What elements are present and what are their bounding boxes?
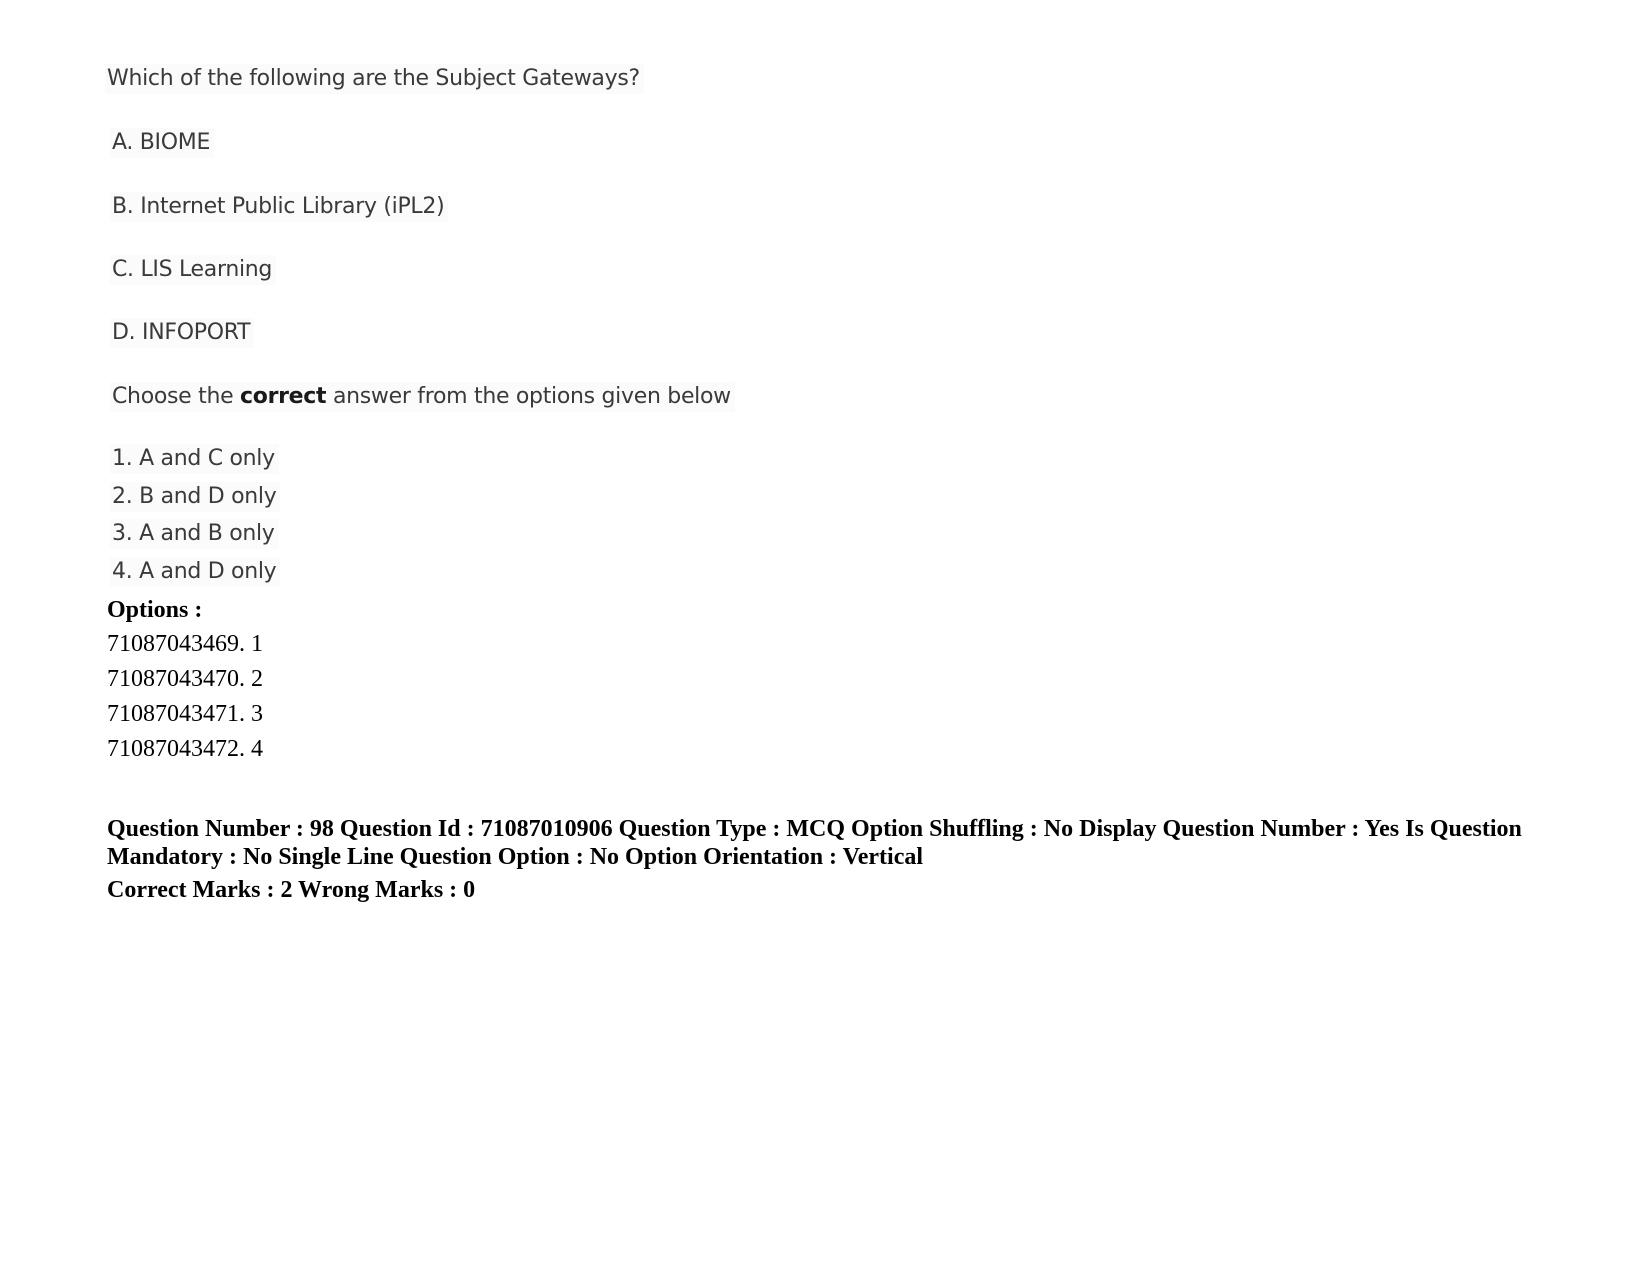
statement-label: D. xyxy=(112,320,136,345)
option-item: 71087043471. 3 xyxy=(107,700,263,728)
statement-text: LIS Learning xyxy=(140,257,273,282)
choice-1: 1. A and C only xyxy=(110,444,279,474)
statement-text: BIOME xyxy=(139,130,211,155)
statement-b: B. Internet Public Library (iPL2) xyxy=(110,192,449,222)
option-id: 71087043471. xyxy=(107,701,245,727)
statement-label: C. xyxy=(112,257,134,282)
statement-label: A. xyxy=(112,130,134,155)
statement-text: Internet Public Library (iPL2) xyxy=(140,194,445,219)
statement-d: D. INFOPORT xyxy=(110,318,255,348)
instruction-before: Choose the xyxy=(112,384,241,409)
statement-a: A. BIOME xyxy=(110,128,215,158)
option-value: 1 xyxy=(251,631,263,657)
option-value: 3 xyxy=(251,701,263,727)
statement-text: INFOPORT xyxy=(142,320,251,345)
instruction: Choose the correct answer from the optio… xyxy=(110,382,735,412)
choice-2: 2. B and D only xyxy=(110,482,281,512)
instruction-emphasis: correct xyxy=(240,384,327,409)
option-item: 71087043470. 2 xyxy=(107,665,263,693)
statement-c: C. LIS Learning xyxy=(110,255,277,285)
options-heading: Options : xyxy=(107,597,203,623)
option-id: 71087043469. xyxy=(107,631,245,657)
option-value: 2 xyxy=(251,666,263,692)
option-id: 71087043470. xyxy=(107,666,245,692)
option-id: 71087043472. xyxy=(107,736,245,762)
statement-label: B. xyxy=(112,194,134,219)
question-stem: Which of the following are the Subject G… xyxy=(105,64,644,94)
option-value: 4 xyxy=(251,736,263,762)
option-item: 71087043469. 1 xyxy=(107,630,263,658)
option-item: 71087043472. 4 xyxy=(107,735,263,763)
choice-4: 4. A and D only xyxy=(110,557,281,587)
marks-info: Correct Marks : 2 Wrong Marks : 0 xyxy=(107,877,476,903)
instruction-after: answer from the options given below xyxy=(326,384,731,409)
question-metadata: Question Number : 98 Question Id : 71087… xyxy=(107,816,1522,870)
choice-3: 3. A and B only xyxy=(110,519,279,549)
